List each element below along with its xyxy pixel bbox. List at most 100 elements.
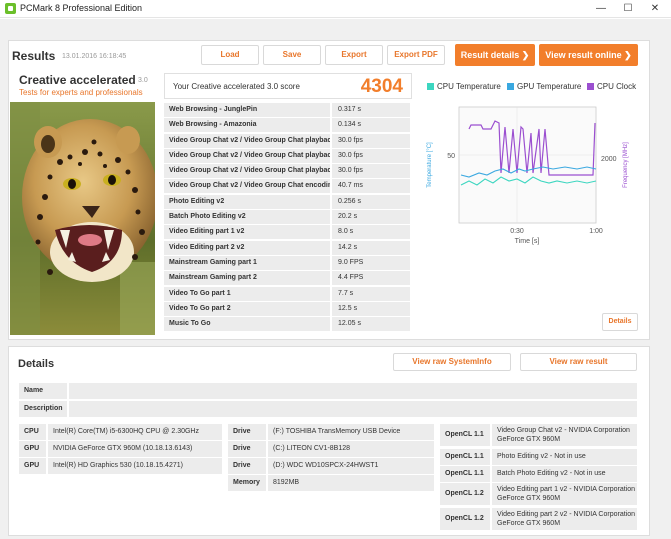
legend-label: CPU Clock: [597, 82, 637, 91]
result-row-name: Video Group Chat v2 / Video Group Chat p…: [164, 133, 330, 148]
monitoring-chart: CPU Temperature GPU Temperature CPU Cloc…: [421, 73, 639, 335]
result-row-value: 30.0 fps: [332, 133, 410, 148]
legend-gpu-temperature: GPU Temperature: [507, 82, 581, 91]
result-row: Video Group Chat v2 / Video Group Chat p…: [164, 164, 412, 179]
drive-value: (D:) WDC WD10SPCX-24HWST1: [268, 458, 434, 474]
drive-label: Drive: [228, 424, 266, 440]
title-bar: PCMark 8 Professional Edition — ☐ ✕: [0, 0, 671, 18]
result-row-name: Mainstream Gaming part 2: [164, 271, 330, 286]
result-row-name: Mainstream Gaming part 1: [164, 255, 330, 270]
opencl-label: OpenCL 1.2: [440, 483, 490, 505]
load-button[interactable]: Load: [201, 45, 259, 65]
export-button[interactable]: Export: [325, 45, 383, 65]
result-row: Video Group Chat v2 / Video Group Chat e…: [164, 179, 412, 194]
legend-swatch: [427, 83, 434, 90]
legend-swatch: [507, 83, 514, 90]
leopard-photo-image: [10, 102, 155, 335]
pcmark-app-icon: [5, 3, 16, 14]
description-label: Description: [19, 401, 67, 417]
opencl-label: OpenCL 1.1: [440, 466, 490, 482]
view-raw-systeminfo-button[interactable]: View raw SystemInfo: [393, 353, 511, 371]
result-row: Mainstream Gaming part 1 9.0 FPS: [164, 255, 412, 271]
result-row-value: 14.2 s: [332, 240, 410, 255]
result-row-value: 30.0 fps: [332, 148, 410, 163]
result-row: Web Browsing - Amazonia 0.134 s: [164, 118, 412, 133]
drive-label: Drive: [228, 441, 266, 457]
close-button[interactable]: ✕: [642, 0, 668, 18]
result-row: Web Browsing - JunglePin 0.317 s: [164, 103, 412, 118]
result-row-value: 7.7 s: [332, 286, 410, 301]
y-left-tick: 50: [447, 153, 455, 160]
description-value: [69, 401, 637, 417]
benchmark-photo: [10, 102, 155, 335]
maximize-button[interactable]: ☐: [615, 0, 641, 18]
y-right-tick: 2000: [601, 156, 617, 163]
opencl-label: OpenCL 1.1: [440, 424, 490, 446]
memory-value: 8192MB: [268, 475, 434, 491]
result-row-name: Batch Photo Editing v2: [164, 210, 330, 225]
memory-label: Memory: [228, 475, 266, 491]
result-row: Video Editing part 2 v2 14.2 s: [164, 240, 412, 256]
details-title: Details: [18, 358, 55, 370]
result-row-value: 0.317 s: [332, 103, 410, 117]
opencl-value: Video Editing part 1 v2 - NVIDIA Corpora…: [492, 483, 637, 505]
result-row-name: Video Group Chat v2 / Video Group Chat p…: [164, 148, 330, 163]
hw-value: Intel(R) HD Graphics 530 (10.18.15.4271): [48, 458, 222, 474]
result-row-value: 4.4 FPS: [332, 271, 410, 286]
result-row: Video To Go part 2 12.5 s: [164, 301, 412, 317]
export-pdf-button[interactable]: Export PDF: [387, 45, 445, 65]
result-row-value: 0.256 s: [332, 194, 410, 209]
score-box: Your Creative accelerated 3.0 score 4304: [164, 73, 412, 99]
opencl-label: OpenCL 1.2: [440, 508, 490, 530]
result-row-value: 9.0 FPS: [332, 255, 410, 270]
result-row-name: Web Browsing - JunglePin: [164, 103, 330, 117]
test-name: Creative accelerated: [19, 73, 136, 87]
opencl-value: Photo Editing v2 - Not in use: [492, 449, 637, 465]
save-button[interactable]: Save: [263, 45, 321, 65]
x-tick: 0:30: [510, 228, 524, 235]
legend-cpu-temperature: CPU Temperature: [427, 82, 501, 91]
result-row: Mainstream Gaming part 2 4.4 FPS: [164, 271, 412, 286]
opencl-value: Video Editing part 2 v2 - NVIDIA Corpora…: [492, 508, 637, 530]
test-subtitle: Tests for experts and professionals: [19, 88, 143, 97]
drive-label: Drive: [228, 458, 266, 474]
y-right-axis-label: Frequency [MHz]: [623, 142, 629, 188]
result-row-name: Video Group Chat v2 / Video Group Chat p…: [164, 164, 330, 179]
minimize-button[interactable]: —: [588, 0, 614, 18]
view-result-online-button[interactable]: View result online ❯: [539, 44, 638, 66]
view-raw-result-button[interactable]: View raw result: [520, 353, 637, 371]
result-row: Video Editing part 1 v2 8.0 s: [164, 225, 412, 240]
hw-value: Intel(R) Core(TM) i5-6300HQ CPU @ 2.30GH…: [48, 424, 222, 440]
x-tick: 1:00: [589, 228, 603, 235]
result-row-name: Photo Editing v2: [164, 194, 330, 209]
legend-label: CPU Temperature: [437, 82, 501, 91]
result-row: Music To Go 12.05 s: [164, 317, 412, 332]
name-value: [69, 383, 637, 399]
drive-value: (C:) LITEON CV1-8B128: [268, 441, 434, 457]
drive-value: (F:) TOSHIBA TransMemory USB Device: [268, 424, 434, 440]
result-row: Video Group Chat v2 / Video Group Chat p…: [164, 148, 412, 164]
result-row-value: 12.05 s: [332, 317, 410, 332]
result-row-value: 30.0 fps: [332, 164, 410, 179]
opencl-label: OpenCL 1.1: [440, 449, 490, 465]
opencl-value: Video Group Chat v2 - NVIDIA Corporation…: [492, 424, 637, 446]
details-button[interactable]: Details: [602, 313, 638, 331]
result-row: Photo Editing v2 0.256 s: [164, 194, 412, 210]
result-row-name: Video To Go part 1: [164, 286, 330, 301]
result-row-name: Music To Go: [164, 317, 330, 332]
hw-label: GPU: [19, 441, 46, 457]
result-row-name: Video Editing part 1 v2: [164, 225, 330, 240]
opencl-value: Batch Photo Editing v2 - Not in use: [492, 466, 637, 482]
result-row-value: 0.134 s: [332, 118, 410, 133]
legend-label: GPU Temperature: [517, 82, 582, 91]
result-row-value: 12.5 s: [332, 301, 410, 316]
legend-cpu-clock: CPU Clock: [587, 82, 636, 91]
result-row-name: Video Editing part 2 v2: [164, 240, 330, 255]
result-details-button[interactable]: Result details ❯: [455, 44, 535, 66]
result-row-name: Video To Go part 2: [164, 301, 330, 316]
result-row-name: Web Browsing - Amazonia: [164, 118, 330, 133]
result-row: Batch Photo Editing v2 20.2 s: [164, 210, 412, 225]
score-label: Your Creative accelerated 3.0 score: [173, 82, 300, 91]
test-version: 3.0: [138, 77, 148, 84]
hw-label: GPU: [19, 458, 46, 474]
